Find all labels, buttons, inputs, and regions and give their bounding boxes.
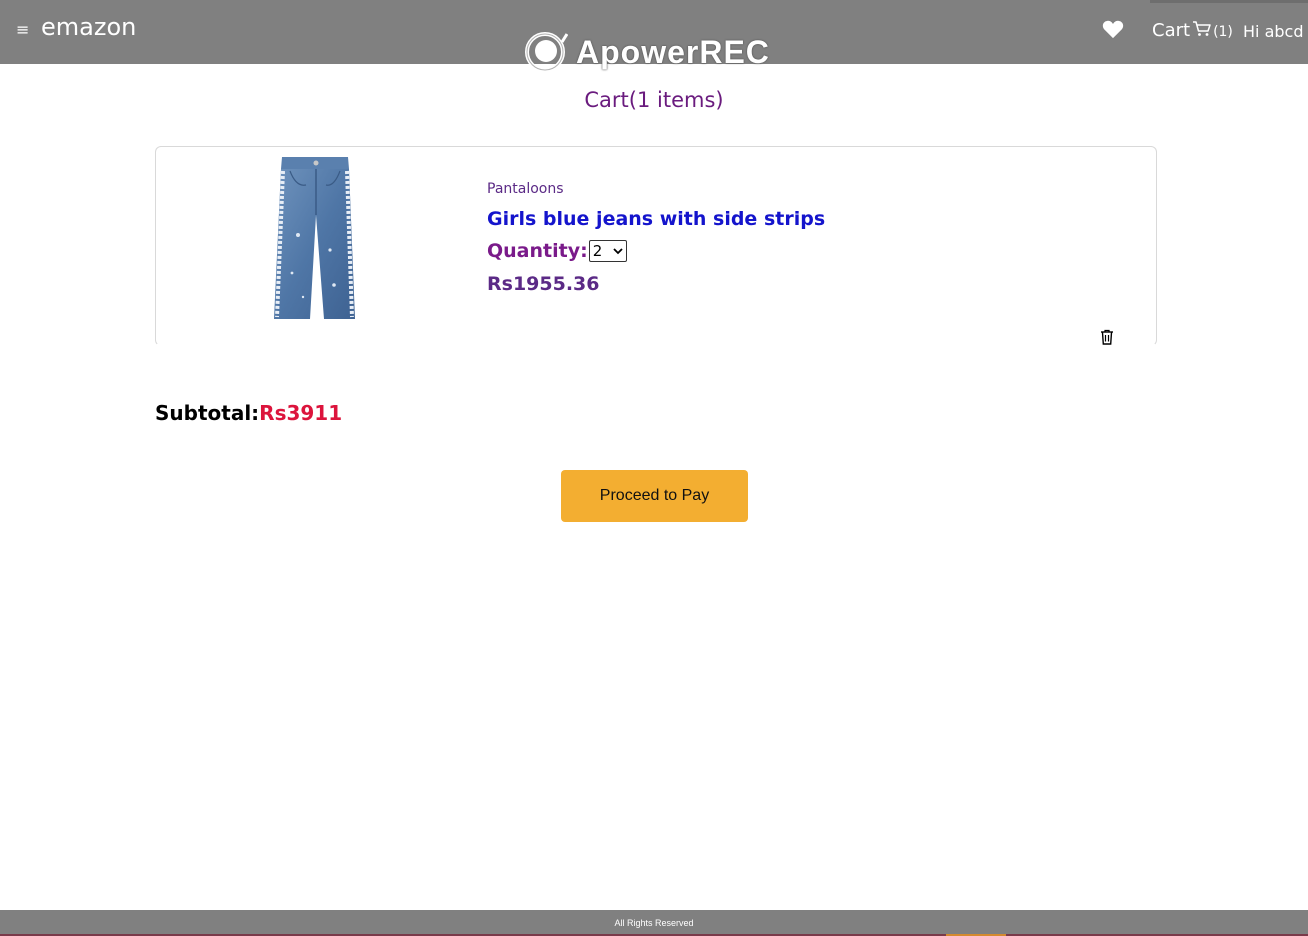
jeans-image[interactable]: [270, 155, 362, 321]
page-title: Cart(1 items): [584, 88, 724, 112]
quantity-row: Quantity: 2: [487, 239, 627, 263]
hamburger-icon[interactable]: ≡: [16, 22, 29, 38]
page: ≡ emazon Cart (1) Hi abcd ApowerREC Cart…: [0, 0, 1308, 936]
product-title-link[interactable]: Girls blue jeans with side strips: [487, 207, 825, 231]
proceed-to-pay-button[interactable]: Proceed to Pay: [561, 470, 748, 522]
quantity-value: 2: [592, 242, 603, 260]
heart-icon[interactable]: [1102, 19, 1124, 39]
chevron-down-icon: [613, 247, 623, 254]
cart-link[interactable]: Cart (1): [1152, 18, 1233, 44]
trash-icon[interactable]: [1100, 329, 1114, 345]
recorder-logo-icon: [525, 32, 568, 72]
cart-count-badge: (1): [1213, 24, 1233, 40]
cart-icon: [1193, 21, 1211, 36]
recorder-watermark-text: ApowerREC: [576, 33, 770, 70]
cart-label: Cart: [1152, 20, 1191, 41]
window-edge-tab: [1150, 0, 1308, 3]
product-brand: Pantaloons: [487, 181, 564, 197]
recorder-watermark: ApowerREC: [524, 30, 770, 74]
quantity-label: Quantity:: [487, 240, 588, 262]
product-price: Rs1955.36: [487, 273, 600, 295]
cart-item-card: Pantaloons Girls blue jeans with side st…: [155, 146, 1157, 346]
user-greeting[interactable]: Hi abcd: [1243, 21, 1303, 43]
quantity-select[interactable]: 2: [588, 240, 627, 262]
brand-logo[interactable]: emazon: [41, 12, 136, 42]
footer-copyright: All Rights Reserved: [614, 918, 694, 928]
subtotal-label: Subtotal:: [155, 401, 260, 425]
subtotal-value: Rs3911: [259, 401, 343, 425]
subtotal: Subtotal:Rs3911: [155, 400, 342, 426]
footer: All Rights Reserved: [0, 910, 1308, 936]
